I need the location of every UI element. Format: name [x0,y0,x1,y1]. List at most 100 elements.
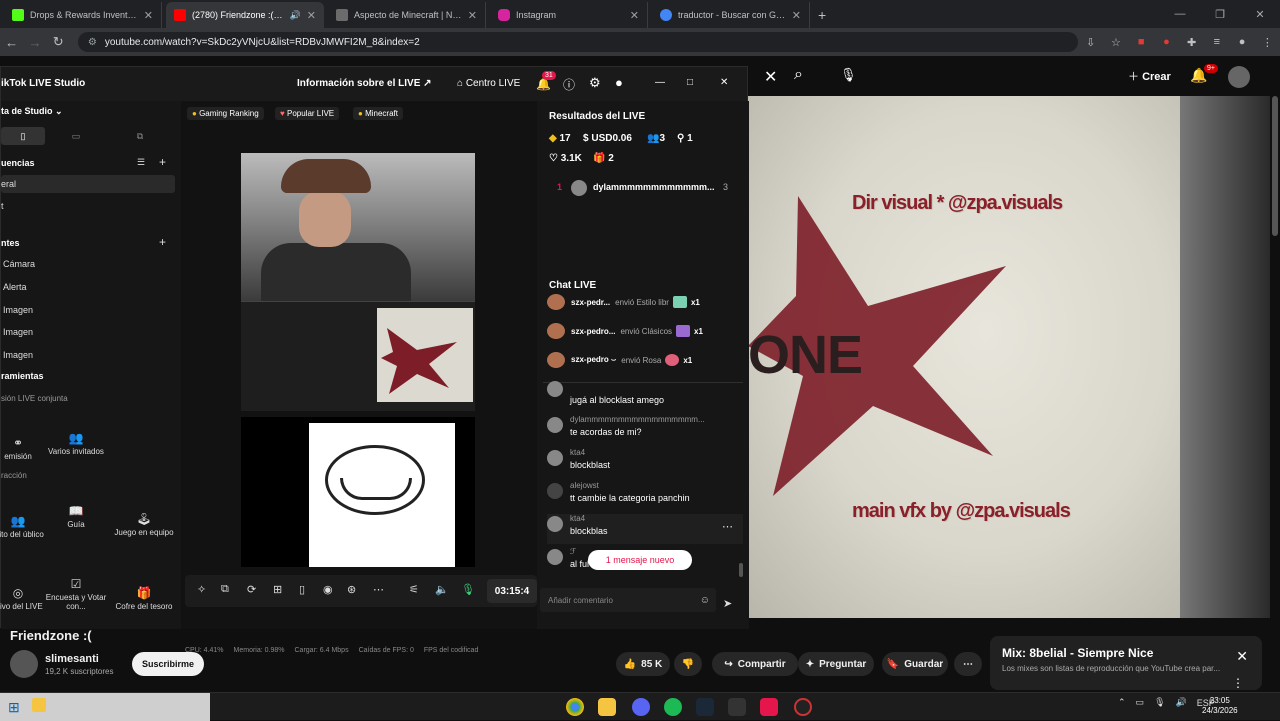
close-icon[interactable]: ✕ [144,9,153,22]
source-alert[interactable]: Alerta [3,282,27,292]
menu-lines-icon[interactable]: ≡ [1204,36,1229,48]
more-actions-button[interactable]: ⋯ [954,652,982,676]
live-info-link[interactable]: Información sobre el LIVE ↗ [297,78,432,89]
save-button[interactable]: 🔖 Guardar [882,652,948,676]
emoji-icon[interactable]: ☺ [700,595,710,606]
chat-message[interactable]: alejowst tt cambie la categoria panchin [547,481,743,511]
close-icon[interactable]: ✕ [1236,648,1248,665]
like-button[interactable]: 👍 85 K [616,652,670,676]
poll-button[interactable]: ☑ Encuesta y Votar con... [45,561,107,611]
microphone-icon[interactable]: 🎙 [840,67,857,83]
puzzle-icon[interactable]: ✚ [1179,36,1204,49]
tag-popular-live[interactable]: ♥ Popular LIVE [275,107,340,120]
close-icon[interactable]: ✕ [468,9,477,22]
tiktok-icon[interactable] [760,698,778,716]
avatar[interactable] [1228,66,1250,88]
source-image[interactable]: Imagen [3,305,33,315]
windows-start-icon[interactable]: ⊞ [8,699,20,716]
rotate-icon[interactable]: ⟳ [247,583,256,596]
guide-button[interactable]: 📖 Guía [45,479,107,529]
chat-message[interactable]: jugá al blocklast amego [547,381,743,407]
chrome-icon[interactable] [566,698,584,716]
settings-gear-icon[interactable]: ⚙ [589,75,601,91]
back-icon[interactable]: ← [0,35,23,50]
centro-live-link[interactable]: ⌂ Centro LIVE [457,78,520,89]
send-icon[interactable]: ➤ [723,597,732,610]
video-player[interactable]: Dir visual * @zpa.visuals ONE main vfx b… [748,96,1180,618]
record-icon[interactable]: ◉ [323,583,333,596]
kebab-menu-icon[interactable]: ⋮ [1232,676,1244,690]
file-explorer-icon[interactable] [598,698,616,716]
close-icon[interactable]: ✕ [764,67,777,87]
add-icon[interactable]: + [159,155,166,169]
ask-button[interactable]: ✦ Preguntar [798,652,874,676]
tab-youtube[interactable]: (2780) Friendzone :( - YouTu🔊✕ [166,2,324,28]
discord-icon[interactable] [632,698,650,716]
studio-dropdown[interactable]: ta de Studio ⌄ [1,106,63,117]
microphone-icon[interactable]: 🎙 [1154,697,1165,708]
network-icon[interactable]: ▭ [1136,697,1145,708]
obs-icon[interactable] [794,698,812,716]
comment-input[interactable]: Añadir comentario ☺ [540,588,716,612]
minimize-icon[interactable]: — [655,77,665,88]
site-info-icon[interactable]: ⚙ [88,37,97,48]
volume-icon[interactable]: 🔊 [1176,697,1187,708]
share-button[interactable]: ↪ Compartir [712,652,798,676]
source-camera[interactable]: Cámara [3,259,35,269]
search-icon[interactable]: ⌕ [794,66,803,84]
microphone-icon[interactable]: 🎙 [461,583,475,596]
tab-namemc[interactable]: Aspecto de Minecraft | NameM✕ [328,2,486,28]
meme-image-preview[interactable] [241,417,475,567]
chat-scrollbar[interactable] [739,563,743,577]
treasure-chest-button[interactable]: 🎁 Cofre del tesoro [113,561,175,611]
maximize-icon[interactable]: ❐ [1200,8,1240,21]
scrollbar[interactable] [1272,96,1278,236]
effects-icon[interactable]: ⊛ [347,583,356,596]
profile-avatar-icon[interactable]: ● [1229,36,1254,48]
spotify-icon[interactable] [664,698,682,716]
top-gifter-row[interactable]: 1 dylammmmmmmmmmmm... 3 [547,179,743,197]
add-source-icon[interactable]: ⊞ [273,583,282,596]
layers-icon[interactable]: ⧉ [221,583,229,596]
audience-favorite-button[interactable]: 👥orito del úblico [0,489,49,539]
layout-multi-icon[interactable]: ⧉ [125,127,155,145]
team-game-button[interactable]: 🕹 Juego en equipo [113,487,175,537]
forward-icon[interactable]: → [23,35,46,50]
mixer-icon[interactable]: ⚟ [409,583,419,596]
dislike-button[interactable]: 👎 [674,652,702,676]
chevron-up-icon[interactable]: ⌃ [1118,697,1126,708]
close-icon[interactable]: ✕ [720,77,728,88]
chat-message[interactable]: dylammmmmmmmmmmmmmmmm... te acordas de mi… [547,415,743,445]
camera-preview[interactable] [241,153,475,303]
create-button[interactable]: ＋ Crear [1128,68,1171,84]
extension-icon[interactable]: ■ [1129,36,1154,48]
mix-card[interactable]: Mix: 8belial - Siempre Nice Los mixes so… [990,636,1262,690]
profile-avatar-icon[interactable]: ● [615,75,623,90]
speaker-icon[interactable]: 🔊 [290,10,301,21]
more-icon[interactable]: ⋯ [373,583,384,596]
maximize-icon[interactable]: □ [687,77,693,88]
tag-gaming-ranking[interactable]: ● Gaming Ranking [187,107,264,120]
tab-google[interactable]: traductor - Buscar con Google✕ [652,2,810,28]
close-icon[interactable]: ✕ [792,9,801,22]
list-icon[interactable]: ☰ [137,157,145,168]
minimize-icon[interactable]: — [1160,8,1200,20]
tag-minecraft[interactable]: ● Minecraft [353,107,403,120]
emission-button[interactable]: ⚭ emisión [0,411,49,461]
chat-message-hovered[interactable]: kta4 blockblas ⋯ [547,514,743,544]
live-goal-button[interactable]: ◎etivo del LIVE [0,561,49,611]
bookmark-star-icon[interactable]: ☆ [1103,36,1128,49]
kebab-menu-icon[interactable]: ⋮ [1255,36,1280,49]
install-icon[interactable]: ⇩ [1078,36,1103,49]
url-input[interactable]: ⚙ youtube.com/watch?v=SkDc2yVNjcU&list=RD… [77,32,1079,52]
more-options-icon[interactable]: ⋯ [722,520,733,533]
tab-instagram[interactable]: Instagram ✕ [490,2,648,28]
screen-capture-preview[interactable] [241,301,475,411]
speaker-icon[interactable]: 🔈 [435,583,449,596]
magic-wand-icon[interactable]: ✧ [197,583,206,596]
clock[interactable]: 23:05 24/3/2026 [1202,696,1238,716]
source-image[interactable]: Imagen [3,327,33,337]
multi-guest-button[interactable]: 👥 Varios invitados [45,406,107,456]
channel-name[interactable]: slimesanti [45,653,99,665]
new-tab-button[interactable]: + [818,2,826,28]
